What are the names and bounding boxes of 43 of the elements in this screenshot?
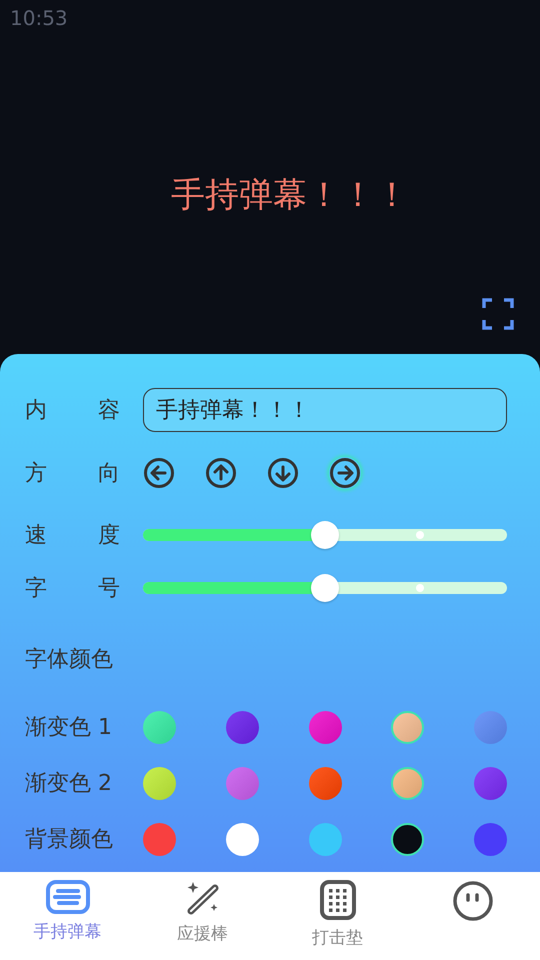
color-swatch[interactable] (308, 822, 342, 856)
slider[interactable] (143, 573, 507, 603)
direction-button[interactable] (205, 457, 237, 489)
color-swatch[interactable] (391, 710, 424, 744)
direction-button[interactable] (329, 457, 361, 489)
color-swatch[interactable] (474, 822, 507, 856)
field-label: 速 度 (25, 522, 120, 550)
slider-thumb[interactable] (311, 574, 339, 602)
color-swatch[interactable] (391, 766, 424, 800)
slider-thumb[interactable] (311, 521, 339, 549)
field-label: 背景颜色 (25, 826, 114, 854)
color-swatch[interactable] (226, 822, 259, 856)
direction-button[interactable] (143, 457, 175, 489)
color-swatch[interactable] (391, 822, 424, 856)
field-label: 字 号 (25, 575, 120, 603)
direction-button[interactable] (267, 457, 299, 489)
color-swatch[interactable] (143, 766, 176, 800)
field-label: 渐变色 2 (25, 770, 113, 798)
color-swatch[interactable] (308, 766, 342, 800)
preview-text: 手持弹幕！！！ (171, 174, 409, 217)
marker-dot (416, 584, 424, 592)
fullscreen-icon[interactable] (482, 298, 514, 330)
field-label: 方 向 (25, 460, 120, 488)
color-swatch[interactable] (143, 710, 176, 744)
message-lines-icon (46, 880, 90, 914)
color-swatch[interactable] (226, 766, 259, 800)
content-input[interactable]: 手持弹幕！！！ (143, 388, 507, 432)
section-title: 字体颜色 (25, 646, 113, 674)
face-icon (452, 880, 494, 922)
nav-tab[interactable]: 应援棒 (135, 872, 270, 960)
slider[interactable] (143, 520, 507, 550)
field-label: 渐变色 1 (25, 714, 113, 742)
field-label: 内 容 (25, 397, 120, 425)
nav-tab[interactable]: 打击垫 (270, 872, 405, 960)
color-swatch[interactable] (308, 710, 342, 744)
keypad-icon (318, 880, 356, 920)
color-swatch[interactable] (143, 822, 176, 856)
status-time: 10:53 (10, 6, 68, 30)
color-swatch[interactable] (474, 710, 507, 744)
color-swatch[interactable] (226, 710, 259, 744)
color-swatch[interactable] (474, 766, 507, 800)
marker-dot (416, 531, 424, 539)
nav-tab[interactable]: 手持弹幕 (0, 872, 135, 960)
